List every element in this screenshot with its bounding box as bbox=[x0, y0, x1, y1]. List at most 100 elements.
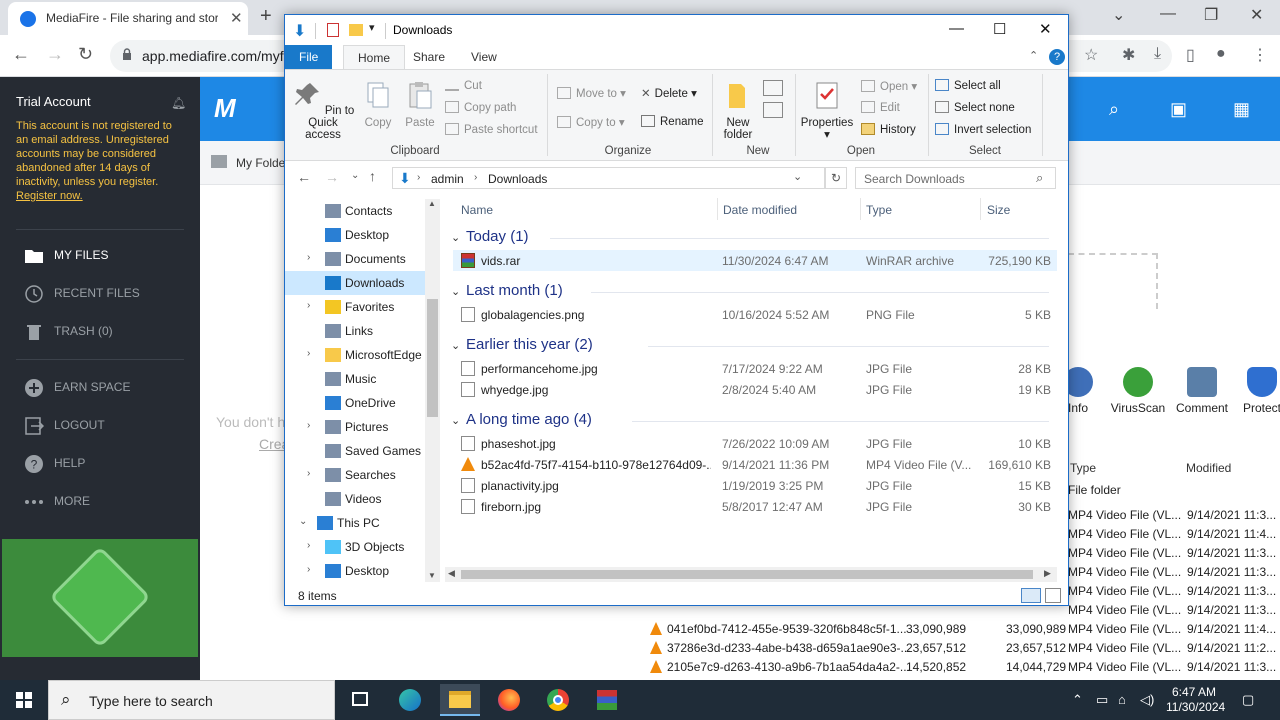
chevron-down-icon[interactable]: ⌄ bbox=[451, 339, 460, 352]
table-row[interactable]: 37286e3d-d233-4abe-b438-d659a1ae90e3-...… bbox=[650, 638, 1280, 657]
new-item-icon[interactable] bbox=[763, 80, 783, 96]
edge-icon[interactable] bbox=[390, 684, 430, 716]
horizontal-scrollbar[interactable]: ◀ ▶ bbox=[445, 567, 1057, 582]
large-icons-view-icon[interactable] bbox=[1045, 588, 1061, 603]
group-header[interactable]: ⌄ Today (1) bbox=[451, 228, 1049, 248]
protect-action[interactable]: Protect bbox=[1232, 365, 1280, 415]
chevron-down-icon[interactable]: ⌄ bbox=[299, 516, 307, 527]
table-row[interactable]: 2105e7c9-d263-4130-a9b6-7b1aa54da4a2-...… bbox=[650, 657, 1280, 676]
copy-to-button[interactable]: Copy to ▾ bbox=[557, 115, 625, 129]
extensions-icon[interactable]: ✱ bbox=[1122, 45, 1135, 65]
nav-recent-files[interactable]: RECENT FILES bbox=[24, 282, 184, 306]
nav-item-searches[interactable]: › Searches bbox=[285, 463, 427, 487]
nav-help[interactable]: ? HELP bbox=[24, 452, 184, 476]
tab-view[interactable]: View bbox=[457, 45, 511, 69]
forward-icon[interactable]: → bbox=[325, 169, 339, 185]
size-column-header[interactable]: Size bbox=[987, 203, 1010, 217]
chevron-down-icon[interactable]: ⌄ bbox=[451, 285, 460, 298]
explorer-address-box[interactable]: ⬇ › admin › Downloads ⌄ bbox=[392, 167, 825, 189]
copy-path-button[interactable]: Copy path bbox=[445, 101, 516, 114]
volume-icon[interactable]: ◁) bbox=[1140, 692, 1154, 708]
copy-button[interactable]: Copy bbox=[361, 80, 395, 129]
scroll-up-icon[interactable]: ▲ bbox=[428, 199, 436, 208]
open-button[interactable]: Open ▾ bbox=[861, 79, 917, 93]
comment-action[interactable]: Comment bbox=[1172, 365, 1232, 415]
easy-access-icon[interactable] bbox=[763, 102, 783, 118]
firefox-icon[interactable] bbox=[489, 684, 529, 716]
file-row[interactable]: b52ac4fd-75f7-4154-b110-978e12764d09-...… bbox=[453, 454, 1057, 475]
nav-item-favorites[interactable]: › Favorites bbox=[285, 295, 427, 319]
minimize-icon[interactable]: — bbox=[1160, 5, 1176, 23]
new-folder-quick-icon[interactable] bbox=[349, 24, 363, 36]
nav-more[interactable]: MORE bbox=[24, 490, 184, 514]
grid-view-icon[interactable]: ▦ bbox=[1233, 99, 1250, 120]
back-icon[interactable]: ← bbox=[297, 169, 311, 185]
chevron-down-icon[interactable]: ⌄ bbox=[451, 414, 460, 427]
file-row[interactable]: fireborn.jpg 5/8/2017 12:47 AM JPG File 30 … bbox=[453, 496, 1057, 517]
back-icon[interactable]: ← bbox=[12, 44, 30, 65]
cut-button[interactable]: Cut bbox=[445, 79, 482, 92]
paste-button[interactable]: Paste bbox=[401, 80, 439, 129]
winrar-icon[interactable] bbox=[587, 684, 627, 716]
table-row[interactable]: 041ef0bd-7412-455e-9539-320f6b848c5f-1..… bbox=[650, 619, 1280, 638]
type-column-header[interactable]: Type bbox=[1070, 461, 1096, 475]
notifications-icon[interactable]: ▢ bbox=[1242, 692, 1254, 708]
new-tab-button[interactable]: + bbox=[260, 5, 272, 28]
close-icon[interactable]: ✕ bbox=[1039, 20, 1052, 38]
scroll-down-icon[interactable]: ▼ bbox=[428, 571, 436, 580]
date-column-header[interactable]: Date modified bbox=[723, 203, 797, 217]
tab-file[interactable]: File bbox=[285, 45, 333, 69]
file-row[interactable]: performancehome.jpg 7/17/2024 9:22 AM JPG … bbox=[453, 358, 1057, 379]
nav-item-saved-games[interactable]: Saved Games bbox=[285, 439, 427, 463]
select-all-button[interactable]: Select all bbox=[935, 79, 1001, 92]
chevron-right-icon[interactable]: › bbox=[307, 564, 310, 575]
chevron-right-icon[interactable]: › bbox=[307, 420, 310, 431]
clock[interactable]: 6:47 AM 11/30/2024 bbox=[1166, 685, 1225, 715]
tray-overflow-icon[interactable]: ⌃ bbox=[1072, 692, 1083, 708]
nav-item-videos[interactable]: Videos bbox=[285, 487, 427, 511]
recent-locations-icon[interactable]: ⌄ bbox=[351, 170, 359, 181]
help-icon[interactable]: ? bbox=[1049, 49, 1065, 65]
modified-column-header[interactable]: Modified bbox=[1186, 461, 1231, 475]
navigation-scrollbar[interactable]: ▲ ▼ bbox=[425, 199, 440, 582]
tab-search-icon[interactable]: ⌄ bbox=[1112, 5, 1125, 25]
name-column-header[interactable]: Name bbox=[461, 203, 493, 217]
pin-to-quick-access-button[interactable]: Pin to Quick access bbox=[289, 80, 357, 141]
minimize-icon[interactable]: — bbox=[949, 20, 964, 37]
nav-logout[interactable]: LOGOUT bbox=[24, 414, 184, 438]
paste-shortcut-button[interactable]: Paste shortcut bbox=[445, 123, 538, 136]
edit-button[interactable]: Edit bbox=[861, 101, 900, 114]
start-button[interactable] bbox=[0, 680, 48, 720]
file-row[interactable]: globalagencies.png 10/16/2024 5:52 AM PNG … bbox=[453, 304, 1057, 325]
nav-my-files[interactable]: MY FILES bbox=[24, 244, 184, 268]
browser-tab[interactable]: MediaFire - File sharing and storage ✕ bbox=[8, 2, 248, 35]
file-row[interactable]: vids.rar 11/30/2024 6:47 AM WinRAR archive… bbox=[453, 250, 1057, 271]
nav-item-3d-objects[interactable]: › 3D Objects bbox=[285, 535, 427, 559]
up-icon[interactable]: ↑ bbox=[369, 168, 376, 184]
nav-item-desktop[interactable]: Desktop bbox=[285, 223, 427, 247]
delete-button[interactable]: ✕ Delete ▾ bbox=[641, 86, 697, 100]
maximize-icon[interactable]: ☐ bbox=[993, 20, 1006, 38]
nav-item-contacts[interactable]: Contacts bbox=[285, 199, 427, 223]
taskbar-search-box[interactable]: ⌕ Type here to search bbox=[48, 680, 335, 720]
chevron-down-icon[interactable]: ⌄ bbox=[451, 231, 460, 244]
close-icon[interactable]: ✕ bbox=[1250, 5, 1263, 25]
nav-item-this-pc[interactable]: ⌄ This PC bbox=[285, 511, 427, 535]
nav-trash[interactable]: TRASH (0) bbox=[24, 320, 184, 344]
nav-item-music[interactable]: Music bbox=[285, 367, 427, 391]
file-row[interactable]: whyedge.jpg 2/8/2024 5:40 AM JPG File 19 KB bbox=[453, 379, 1057, 400]
tab-home[interactable]: Home bbox=[343, 45, 406, 69]
details-view-icon[interactable] bbox=[1021, 588, 1041, 603]
group-header[interactable]: ⌄ Earlier this year (2) bbox=[451, 336, 1049, 356]
menu-icon[interactable]: ⋮ bbox=[1252, 45, 1268, 65]
bell-icon[interactable]: 🔔︎ bbox=[171, 96, 186, 110]
scroll-right-icon[interactable]: ▶ bbox=[1044, 568, 1051, 579]
nav-item-microsoftedge[interactable]: › MicrosoftEdge bbox=[285, 343, 427, 367]
network-icon[interactable]: ⌂ bbox=[1118, 692, 1126, 707]
group-header[interactable]: ⌄ A long time ago (4) bbox=[451, 411, 1049, 431]
invert-selection-button[interactable]: Invert selection bbox=[935, 123, 1031, 136]
group-header[interactable]: ⌄ Last month (1) bbox=[451, 282, 1049, 302]
new-folder-icon[interactable]: ▣ bbox=[1170, 99, 1187, 120]
search-icon[interactable]: ⌕ bbox=[1109, 99, 1119, 120]
nav-item-desktop[interactable]: › Desktop bbox=[285, 559, 427, 582]
